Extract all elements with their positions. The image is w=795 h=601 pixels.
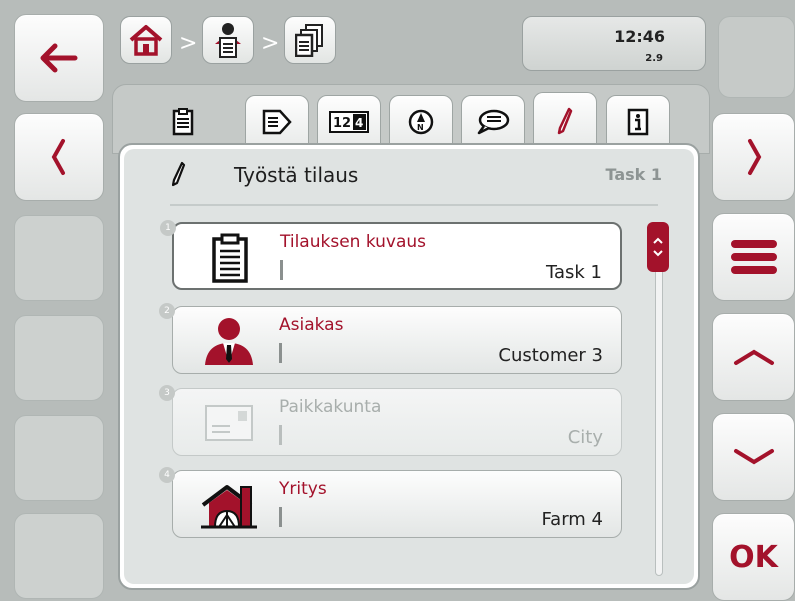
list-item-customer[interactable]: 2 Asiakas Customer 3 [159,303,622,374]
home-icon [129,25,163,56]
row-value: City [567,427,603,448]
row-number: 4 [159,467,175,483]
text-cursor [279,507,282,527]
right-softkey-blank [718,16,795,98]
customer-icon [197,313,261,369]
menu-icon [730,240,777,274]
tab-task-data[interactable] [245,95,309,149]
svg-text:4: 4 [355,116,363,130]
farm-icon [197,477,261,533]
scrollbar-thumb[interactable] [647,222,669,272]
comment-icon [477,109,510,135]
row-label: Asiakas [279,315,344,335]
tab-counters[interactable]: 12 4 [317,95,381,149]
svg-text:12: 12 [333,116,351,131]
row-label: Yritys [279,479,327,499]
back-button[interactable] [14,14,104,102]
envelope-icon [197,395,261,451]
breadcrumb-home[interactable] [120,16,172,64]
list-item-city: 3 Paikkakunta City [159,385,622,456]
next-tab-button[interactable] [712,113,795,201]
breadcrumb-separator: > [179,31,198,56]
row-label: Paikkakunta [279,397,382,417]
clock-time: 12:46 [614,27,665,46]
tab-notes[interactable] [461,95,525,149]
clipboard-icon [172,108,194,136]
clipboard-icon [198,230,262,286]
tab-navigation[interactable]: N [389,95,453,149]
list-item-order-description[interactable]: 1 Tilauksen kuvaus Task 1 [160,220,622,290]
documents-icon [295,24,323,57]
ok-button[interactable]: OK [712,513,795,601]
text-cursor [279,343,282,363]
row-value: Farm 4 [541,509,603,530]
panel-header: Työstä tilaus Task 1 [130,157,690,199]
compass-icon: N [408,109,434,135]
row-number: 1 [160,220,176,236]
svg-text:N: N [417,123,424,132]
page-title: Työstä tilaus [234,163,359,187]
left-softkey-6 [14,513,104,599]
pen-icon [557,107,573,134]
user-clipboard-icon [215,23,241,58]
arrow-left-icon [40,43,78,73]
chevron-left-icon [51,139,65,175]
scroll-down-button[interactable] [712,413,795,501]
breadcrumb-task-manager[interactable] [202,16,254,64]
row-label: Tilauksen kuvaus [280,232,427,252]
counter-icon: 12 4 [329,111,369,133]
clock-display: 12:46 2.9 [522,16,706,71]
menu-button[interactable] [712,213,795,301]
text-cursor [280,260,283,280]
version-label: 2.9 [645,53,663,64]
scrollbar-track[interactable] [655,228,663,576]
scroll-handle-icon [653,237,663,257]
list-item-farm[interactable]: 4 Yritys Farm 4 [159,467,622,538]
previous-tab-button[interactable] [14,113,104,201]
row-value: Task 1 [545,262,602,283]
breadcrumb-tasks[interactable] [284,16,336,64]
header-divider [170,204,658,206]
info-icon [627,108,649,136]
pen-icon [172,161,186,187]
left-softkey-5 [14,415,104,501]
left-softkey-3 [14,215,104,301]
task-name: Task 1 [605,165,662,184]
row-number: 3 [159,385,175,401]
task-arrow-icon [262,109,292,135]
text-cursor [279,425,282,445]
chevron-down-icon [733,449,774,465]
scroll-up-button[interactable] [712,313,795,401]
chevron-up-icon [733,349,774,365]
row-value: Customer 3 [498,345,603,366]
left-softkey-4 [14,315,104,401]
chevron-right-icon [747,139,761,175]
tab-info[interactable] [606,95,670,149]
row-number: 2 [159,303,175,319]
breadcrumb-separator: > [261,31,280,56]
ok-label: OK [729,539,778,575]
tab-overview[interactable] [151,95,215,149]
